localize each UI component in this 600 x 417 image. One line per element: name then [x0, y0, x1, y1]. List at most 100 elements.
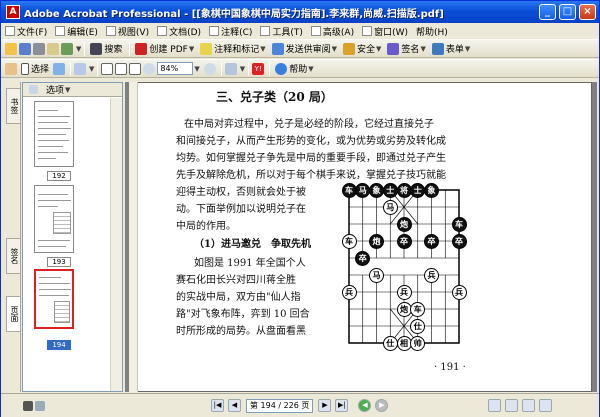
snapshot-icon[interactable]	[53, 62, 66, 75]
menu-file[interactable]: 文件(F)	[5, 25, 47, 38]
body-line: 迎得主动权，否则就会处于被	[176, 187, 306, 198]
menu-edit[interactable]: 编辑(E)	[55, 25, 98, 38]
menu-window[interactable]: 窗口(W)	[362, 25, 408, 38]
chevron-down-icon: ▼	[188, 44, 195, 53]
menu-comments[interactable]: 注释(C)	[209, 25, 252, 38]
chevron-down-icon: ▼	[420, 44, 426, 53]
next-page-button[interactable]: ▶	[318, 399, 332, 412]
maximize-button[interactable]: □	[559, 4, 576, 20]
select-tool-button[interactable]: 选择	[19, 61, 51, 77]
menu-label: 高级(A)	[322, 27, 355, 38]
chess-piece: 卒	[424, 233, 439, 249]
title-bar[interactable]: A Adobe Acrobat Professional - [[象棋中国象棋中…	[1, 1, 599, 23]
create-pdf-icon	[135, 42, 148, 55]
options-menu[interactable]: 选项	[46, 83, 64, 96]
edit-menu-icon	[55, 26, 66, 36]
chevron-down-icon[interactable]: ▼	[89, 65, 94, 73]
facing-icon[interactable]	[522, 399, 536, 412]
file-menu-icon	[5, 26, 15, 36]
print-icon[interactable]	[33, 42, 45, 55]
chevron-down-icon: ▼	[464, 44, 471, 53]
fit-page-icon[interactable]	[115, 62, 128, 75]
menu-document[interactable]: 文档(D)	[157, 25, 201, 38]
chevron-down-icon: ▼	[331, 44, 338, 53]
menu-view[interactable]: 视图(V)	[105, 25, 149, 38]
continuous-icon[interactable]	[505, 399, 519, 412]
comment-markup-button[interactable]: 注释和标记 ▼	[198, 41, 267, 57]
organizer-icon[interactable]	[61, 42, 73, 55]
first-page-button[interactable]: |◀	[211, 399, 224, 412]
search-label: 搜索	[104, 45, 123, 55]
menu-help[interactable]: 帮助(H)	[416, 25, 448, 38]
zoom-in-tool-icon[interactable]	[74, 62, 87, 75]
tab-bookmarks[interactable]: 书签	[6, 88, 20, 124]
page-navigation: |◀ ◀ 第 194 / 226 页 ▶ ▶| ◀ ▶	[209, 398, 390, 413]
tab-signatures[interactable]: 签名	[6, 238, 20, 274]
thumbnail-page-192[interactable]	[34, 101, 74, 167]
page-thumbnails-panel: 选项 ▼ 192 193 194	[22, 82, 123, 392]
page-number-input[interactable]: 第 194 / 226 页	[246, 398, 314, 413]
chevron-down-icon[interactable]: ▼	[76, 45, 81, 53]
previous-page-button[interactable]: ◀	[228, 399, 241, 412]
board-grid	[348, 189, 460, 344]
menu-label: 注释(C)	[221, 27, 253, 38]
chess-piece: 兵	[451, 284, 467, 300]
chevron-down-icon[interactable]: ▼	[65, 86, 70, 94]
last-page-button[interactable]: ▶|	[335, 399, 349, 412]
chevron-down-icon: ▼	[376, 44, 382, 53]
menu-advanced[interactable]: 高级(A)	[310, 25, 355, 38]
zoom-out-icon[interactable]	[143, 62, 156, 75]
chess-piece: 兵	[396, 284, 412, 300]
acrobat-icon: A	[6, 5, 20, 19]
chess-piece: 车	[341, 182, 357, 198]
bookmark-status-icon[interactable]	[35, 400, 45, 411]
fit-width-icon[interactable]	[129, 62, 142, 75]
continuous-facing-icon[interactable]	[539, 399, 553, 412]
body-line: 均势。如何掌握兑子争先是中局的重要手段，即通过兑子产生	[176, 153, 446, 164]
zoom-input[interactable]: 84%	[157, 62, 194, 75]
help-button[interactable]: 帮助 ▼	[273, 61, 315, 77]
actual-size-icon[interactable]	[101, 62, 114, 75]
chess-piece: 士	[410, 182, 426, 198]
sign-label: 签名	[401, 45, 420, 55]
body-line: 时所形成的局势。从盘面看黑	[176, 326, 306, 337]
sign-button[interactable]: 签名 ▼	[385, 41, 427, 57]
email-icon[interactable]	[47, 42, 59, 55]
thumbnail-page-194-selected[interactable]	[34, 269, 74, 329]
thumbnail-view-icon[interactable]	[29, 85, 38, 94]
body-line: 和间接兑子，从而产生形势的变化，或为优势或劣势及转化成	[176, 136, 446, 147]
create-pdf-button[interactable]: 创建 PDF ▼	[133, 41, 196, 57]
document-scrollbar[interactable]	[129, 82, 138, 392]
go-back-button[interactable]: ◀	[358, 399, 372, 412]
body-line: 在中局对弈过程中，兑子是必经的阶段，它经过直接兑子	[184, 119, 434, 130]
yahoo-icon[interactable]: Y!	[252, 62, 265, 75]
open-folder-icon[interactable]	[5, 42, 17, 55]
body-line: 先手及解除危机，所以对于每个棋手来说，掌握兑子技巧就能	[176, 170, 446, 181]
rotate-icon[interactable]	[224, 62, 237, 75]
single-page-icon[interactable]	[488, 399, 502, 412]
send-review-button[interactable]: 发送供审阅 ▼	[270, 41, 339, 57]
chess-piece: 仕	[410, 318, 426, 334]
chess-piece: 帅	[410, 335, 426, 351]
chevron-down-icon: ▼	[260, 44, 266, 53]
thumbnail-page-193[interactable]	[34, 185, 74, 253]
go-forward-button[interactable]: ▶	[375, 399, 389, 412]
zoom-in-icon[interactable]	[203, 62, 216, 75]
chevron-down-icon[interactable]: ▼	[194, 65, 199, 73]
close-button[interactable]: ×	[579, 4, 596, 20]
chess-piece: 马	[382, 199, 398, 215]
help-label: 帮助	[289, 65, 308, 75]
hand-tool-icon[interactable]	[5, 62, 17, 75]
menu-tools[interactable]: 工具(T)	[260, 25, 303, 38]
tab-pages[interactable]: 页面	[6, 296, 20, 332]
chess-piece: 兵	[424, 267, 439, 283]
security-button[interactable]: 安全 ▼	[341, 41, 383, 57]
save-icon[interactable]	[19, 42, 31, 55]
minimize-button[interactable]: _	[539, 4, 556, 20]
search-button[interactable]: 搜索	[88, 41, 124, 57]
chess-piece: 象	[424, 182, 439, 198]
save-status-icon[interactable]	[23, 400, 33, 411]
chevron-down-icon[interactable]: ▼	[240, 65, 245, 73]
forms-button[interactable]: 表单 ▼	[430, 41, 472, 57]
thumbnails-scrollbar[interactable]	[110, 98, 122, 391]
